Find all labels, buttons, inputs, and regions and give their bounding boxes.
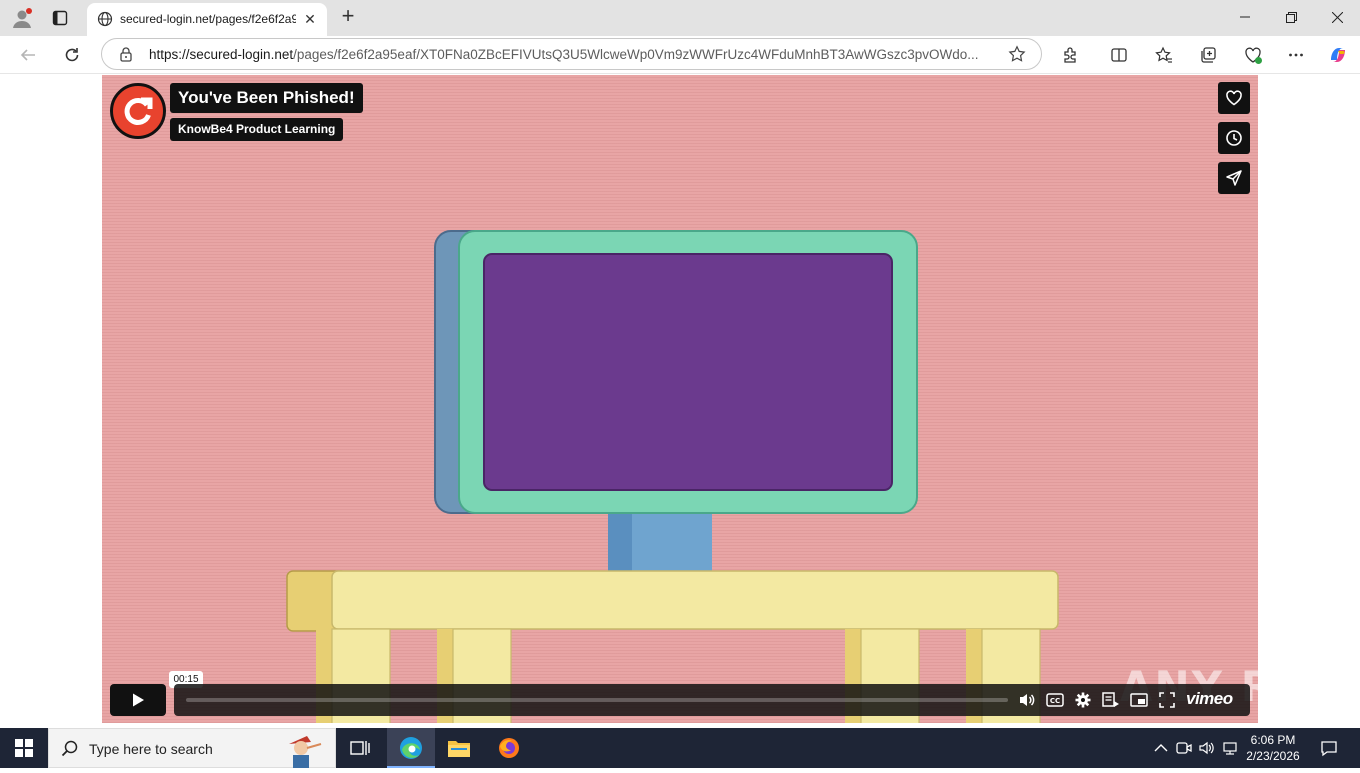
url-text: https://secured-login.net/pages/f2e6f2a9… xyxy=(149,47,994,62)
refresh-logo-icon xyxy=(124,97,153,125)
tab-actions-icon[interactable] xyxy=(48,6,72,30)
player-controls: CC vimeo xyxy=(110,684,1250,716)
close-tab-icon[interactable]: ✕ xyxy=(301,10,319,28)
browser-essentials-icon[interactable] xyxy=(1240,42,1266,68)
channel-logo[interactable] xyxy=(110,83,166,139)
picture-in-picture-icon[interactable] xyxy=(1129,691,1149,709)
video-frame-illustration xyxy=(286,230,1059,723)
taskbar-clock[interactable]: 6:06 PM 2/23/2026 xyxy=(1238,732,1308,764)
url-path: /pages/f2e6f2a95eaf/XT0FNa0ZBcEFIVUtsQ3U… xyxy=(293,47,979,62)
new-tab-icon[interactable]: + xyxy=(336,5,360,29)
close-window-icon[interactable] xyxy=(1314,0,1360,34)
taskbar-search-box[interactable]: Type here to search xyxy=(48,728,336,768)
heart-icon xyxy=(1226,90,1242,106)
minimize-icon[interactable] xyxy=(1222,0,1268,34)
collections-icon[interactable] xyxy=(1195,42,1221,68)
share-button[interactable] xyxy=(1218,162,1250,194)
fullscreen-icon[interactable] xyxy=(1157,691,1177,709)
taskbar-edge-button[interactable] xyxy=(387,728,435,768)
clock-date: 2/23/2026 xyxy=(1246,749,1300,763)
clock-icon xyxy=(1226,130,1242,146)
task-view-icon[interactable] xyxy=(346,734,374,762)
extensions-icon[interactable] xyxy=(1058,42,1084,68)
like-button[interactable] xyxy=(1218,82,1250,114)
monitor-screen xyxy=(483,253,893,491)
table-top xyxy=(331,570,1059,630)
progress-track[interactable] xyxy=(186,698,1008,702)
closed-captions-icon[interactable]: CC xyxy=(1045,691,1065,709)
play-button[interactable] xyxy=(110,684,166,716)
split-screen-icon[interactable] xyxy=(1106,42,1132,68)
browser-toolbar: https://secured-login.net/pages/f2e6f2a9… xyxy=(0,36,1360,74)
copilot-icon[interactable] xyxy=(1325,42,1351,68)
url-host: https://secured-login.net xyxy=(149,47,294,62)
back-icon[interactable] xyxy=(15,42,41,68)
profile-icon[interactable] xyxy=(10,6,34,30)
video-byline[interactable]: KnowBe4 Product Learning xyxy=(170,118,344,141)
globe-icon xyxy=(97,11,113,32)
lock-icon[interactable] xyxy=(118,46,134,67)
clock-time: 6:06 PM xyxy=(1250,733,1296,747)
active-tab[interactable]: secured-login.net/pages/f2e6f2a95 ✕ xyxy=(87,3,327,36)
transcript-icon[interactable] xyxy=(1101,691,1121,709)
more-menu-icon[interactable] xyxy=(1283,42,1309,68)
play-icon xyxy=(133,693,144,707)
volume-icon[interactable] xyxy=(1017,691,1037,709)
control-bar: CC vimeo xyxy=(174,684,1250,716)
notifications-icon[interactable] xyxy=(1315,734,1343,762)
favorites-icon[interactable] xyxy=(1151,42,1177,68)
tab-title: secured-login.net/pages/f2e6f2a95 xyxy=(120,12,296,26)
video-player[interactable] xyxy=(102,75,1258,723)
vimeo-logo[interactable]: vimeo xyxy=(1186,689,1233,709)
windows-taskbar: Type here to search 6:06 PM 2/23/2026 xyxy=(0,728,1360,768)
send-icon xyxy=(1226,170,1242,186)
svg-text:CC: CC xyxy=(1050,697,1060,705)
restore-icon[interactable] xyxy=(1268,0,1314,34)
edge-icon xyxy=(398,735,424,766)
file-explorer-icon[interactable] xyxy=(445,734,473,762)
watch-later-button[interactable] xyxy=(1218,122,1250,154)
favorite-star-icon[interactable] xyxy=(1008,45,1026,68)
address-bar[interactable]: https://secured-login.net/pages/f2e6f2a9… xyxy=(101,38,1042,70)
firefox-icon[interactable] xyxy=(495,734,523,762)
video-title[interactable]: You've Been Phished! xyxy=(170,83,363,113)
search-highlight-mascot-icon xyxy=(271,730,331,773)
tab-strip: secured-login.net/pages/f2e6f2a95 ✕ + xyxy=(0,0,1360,36)
search-icon xyxy=(61,740,79,763)
windows-start-icon[interactable] xyxy=(10,734,38,762)
search-placeholder: Type here to search xyxy=(89,741,213,757)
refresh-icon[interactable] xyxy=(59,42,85,68)
settings-gear-icon[interactable] xyxy=(1073,691,1093,709)
